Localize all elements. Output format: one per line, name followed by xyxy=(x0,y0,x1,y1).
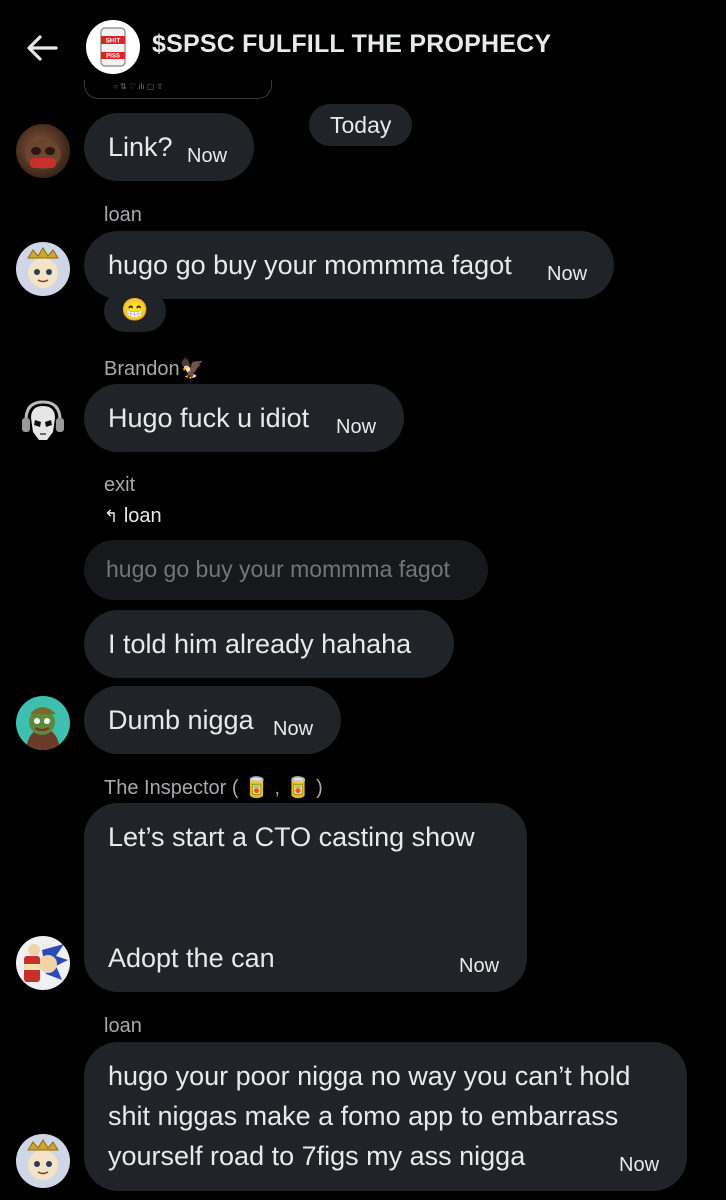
group-avatar[interactable]: SHIT PISS xyxy=(86,20,140,74)
anime-crown-avatar[interactable] xyxy=(16,242,70,296)
grin-emoji-icon: 😁 xyxy=(121,297,149,322)
message-bubble-loan[interactable]: hugo go buy your mommma fagot Now xyxy=(84,231,614,299)
chat-title[interactable]: $SPSC FULFILL THE PROPHECY xyxy=(152,30,551,59)
sender-name: loan xyxy=(104,1015,142,1037)
reply-icon: ↰ xyxy=(104,507,119,526)
sender-name: exit xyxy=(104,474,136,496)
message-bubble-loan-long[interactable]: hugo your poor nigga no way you can’t ho… xyxy=(84,1042,687,1191)
svg-text:PISS: PISS xyxy=(106,54,120,60)
message-text: Hugo fuck u idiot xyxy=(108,403,310,433)
sender-name: Brandon🦅 xyxy=(104,358,205,380)
can-logo-icon: SHIT PISS xyxy=(100,27,126,67)
sender-name: loan xyxy=(104,204,142,226)
message-time: Now xyxy=(459,955,500,977)
quoted-message[interactable]: hugo go buy your mommma fagot xyxy=(84,540,488,600)
sloth-avatar[interactable] xyxy=(16,124,70,178)
message-text: Dumb nigga xyxy=(108,705,254,735)
frog-character-icon xyxy=(26,707,60,750)
message-time: Now xyxy=(273,718,314,740)
message-text-line2: Adopt the can xyxy=(108,943,275,973)
message-time: Now xyxy=(547,263,588,285)
pepe-avatar[interactable] xyxy=(16,696,70,750)
message-bubble-inspector[interactable]: Let’s start a CTO casting show Adopt the… xyxy=(84,803,527,992)
reply-indicator[interactable]: ↰ loan xyxy=(104,505,162,528)
message-text: Link? xyxy=(108,132,173,162)
reply-to-name: loan xyxy=(123,505,162,527)
message-time: Now xyxy=(619,1154,660,1176)
message-bubble-link[interactable]: Link? Now xyxy=(84,113,254,181)
message-time: Now xyxy=(187,145,228,167)
anime-character-icon xyxy=(27,247,59,288)
sonic-avatar[interactable] xyxy=(16,936,70,990)
back-button[interactable] xyxy=(22,28,62,68)
previous-post-card-edge: ○ ⇅ ♡ ılı ▢ ⇧ xyxy=(84,80,272,99)
reaction-chip[interactable]: 😁 xyxy=(104,290,166,332)
message-text: hugo go buy your mommma fagot xyxy=(108,250,512,280)
message-bubble-brandon[interactable]: Hugo fuck u idiot Now xyxy=(84,384,404,452)
skull-headphones-avatar[interactable] xyxy=(16,394,70,448)
message-time: Now xyxy=(336,416,377,438)
message-text: I told him already hahaha xyxy=(108,629,412,659)
message-text-line: yourself road to 7figs my ass nigga xyxy=(108,1141,526,1171)
message-bubble-dumb[interactable]: Dumb nigga Now xyxy=(84,686,341,754)
skull-icon xyxy=(22,400,64,440)
sender-name: The Inspector ( 🥫 , 🥫 ) xyxy=(104,777,323,799)
date-separator: Today xyxy=(309,104,413,146)
message-text-line: hugo your poor nigga no way you can’t ho… xyxy=(108,1061,631,1091)
message-bubble-exit[interactable]: I told him already hahaha xyxy=(84,610,454,678)
anime-crown-avatar[interactable] xyxy=(16,1134,70,1188)
chat-header: SHIT PISS $SPSC FULFILL THE PROPHECY xyxy=(0,0,726,92)
arrow-left-icon xyxy=(27,35,58,61)
sloth-face-icon xyxy=(25,139,61,169)
svg-text:SHIT: SHIT xyxy=(106,38,121,45)
message-text-line1: Let’s start a CTO casting show xyxy=(108,822,475,852)
message-text-line: shit niggas make a fomo app to embarrass xyxy=(108,1101,619,1131)
quoted-text: hugo go buy your mommma fagot xyxy=(106,556,450,582)
anime-character-icon xyxy=(27,1139,59,1180)
cartoon-character-icon xyxy=(24,944,68,982)
